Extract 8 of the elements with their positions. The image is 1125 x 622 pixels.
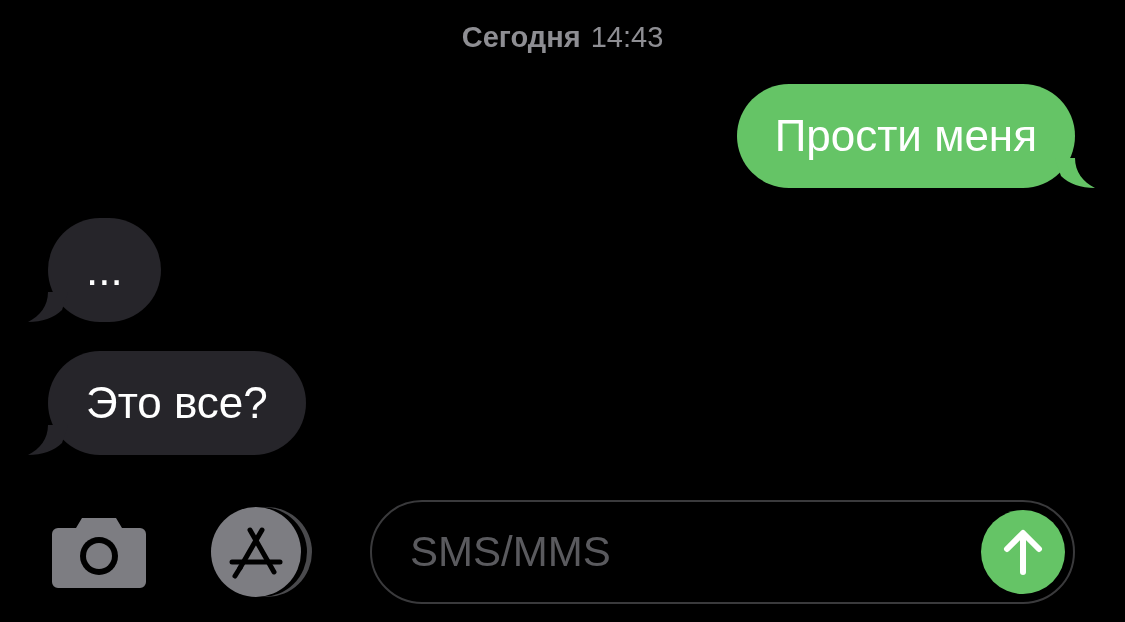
timestamp-day: Сегодня: [461, 16, 581, 60]
incoming-message-bubble: Это все?: [48, 350, 306, 455]
outgoing-message-bubble: Прости меня: [736, 83, 1075, 188]
send-button[interactable]: [981, 510, 1065, 594]
camera-icon[interactable]: [52, 516, 146, 588]
message-input-field[interactable]: SMS/MMS: [370, 500, 1075, 604]
timestamp-time: 14:43: [590, 20, 664, 55]
incoming-message-bubble: ...: [48, 217, 161, 322]
